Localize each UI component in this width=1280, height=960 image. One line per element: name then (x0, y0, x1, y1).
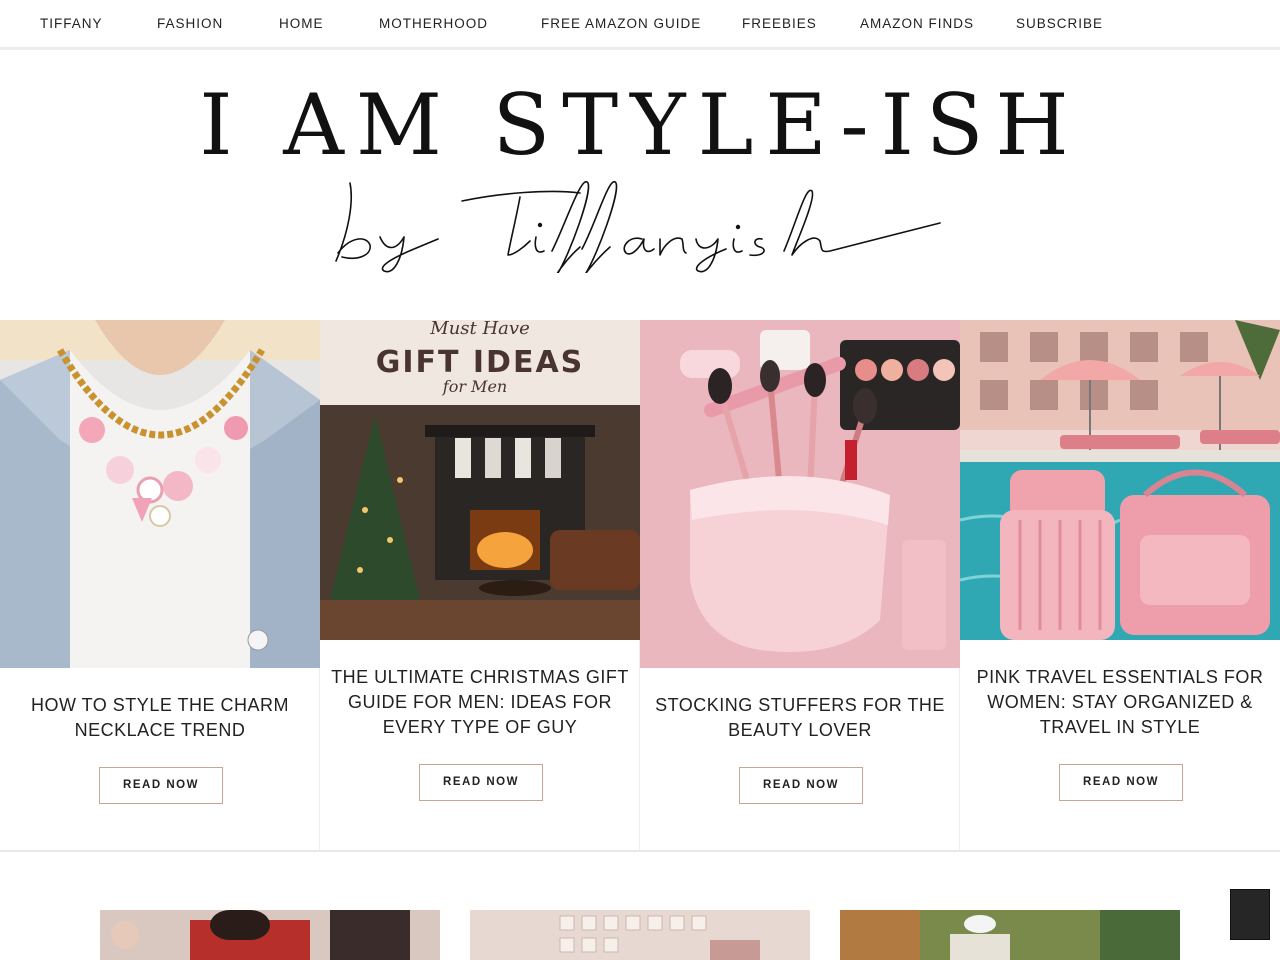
image-text-sub: for Men (442, 377, 507, 396)
post-title[interactable]: STOCKING STUFFERS FOR THE BEAUTY LOVER (650, 693, 950, 743)
site-logo[interactable]: I AM STYLE-ISH (0, 53, 1280, 320)
nav-item-freebies[interactable]: FREEBIES (742, 16, 817, 31)
image-text-top: Must Have (429, 320, 529, 339)
pink-travel-image[interactable] (960, 320, 1280, 640)
read-now-button[interactable]: READ NOW (739, 767, 863, 804)
post-title[interactable]: PINK TRAVEL ESSENTIALS FOR WOMEN: STAY O… (970, 665, 1270, 740)
gift-ideas-image[interactable]: Must Have GIFT IDEAS for Men (320, 320, 640, 640)
logo-title: I AM STYLE-ISH (199, 76, 1081, 174)
post-thumbnail[interactable] (100, 910, 440, 960)
post-thumbnail[interactable] (470, 910, 810, 960)
image-text-main: GIFT IDEAS (376, 345, 585, 380)
post-title[interactable]: THE ULTIMATE CHRISTMAS GIFT GUIDE FOR ME… (330, 665, 630, 740)
nav-item-tiffany[interactable]: TIFFANY (40, 16, 103, 31)
featured-posts: HOW TO STYLE THE CHARM NECKLACE TREND RE… (0, 320, 1280, 852)
post-title[interactable]: HOW TO STYLE THE CHARM NECKLACE TREND (10, 693, 310, 743)
nav-item-motherhood[interactable]: MOTHERHOOD (379, 16, 488, 31)
charm-necklace-image[interactable] (0, 320, 320, 668)
nav-item-amazon-finds[interactable]: AMAZON FINDS (860, 16, 974, 31)
featured-card: HOW TO STYLE THE CHARM NECKLACE TREND RE… (0, 320, 320, 850)
nav-item-subscribe[interactable]: SUBSCRIBE (1016, 16, 1103, 31)
post-thumbnail[interactable] (840, 910, 1180, 960)
featured-card: STOCKING STUFFERS FOR THE BEAUTY LOVER R… (640, 320, 960, 850)
read-now-button[interactable]: READ NOW (419, 764, 543, 801)
beauty-stocking-image[interactable] (640, 320, 960, 668)
nav-item-free-amazon-guide[interactable]: FREE AMAZON GUIDE (541, 16, 701, 31)
read-now-button[interactable]: READ NOW (1059, 764, 1183, 801)
scroll-to-top-button[interactable] (1230, 889, 1270, 940)
top-navigation: TIFFANY FASHION HOME MOTHERHOOD FREE AMA… (0, 0, 1280, 50)
featured-card: PINK TRAVEL ESSENTIALS FOR WOMEN: STAY O… (960, 320, 1280, 850)
featured-card: Must Have GIFT IDEAS for Men THE ULTIMAT… (320, 320, 640, 850)
read-now-button[interactable]: READ NOW (99, 767, 223, 804)
nav-item-fashion[interactable]: FASHION (157, 16, 223, 31)
nav-item-home[interactable]: HOME (279, 16, 324, 31)
logo-script-signature (335, 180, 941, 273)
